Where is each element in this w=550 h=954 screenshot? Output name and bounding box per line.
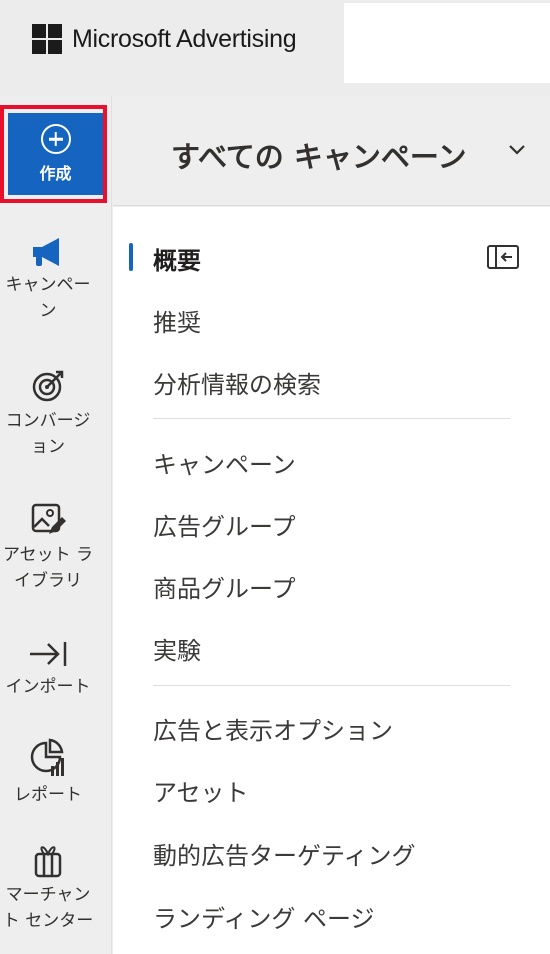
rail-label: イブラリ	[14, 571, 82, 591]
rail-item-conversions[interactable]: コンバージ ョン	[0, 368, 104, 460]
nav-item-assets[interactable]: アセット	[153, 773, 249, 808]
nav-item-ads-extensions[interactable]: 広告と表示オプション	[153, 711, 393, 746]
nav-item-product-groups[interactable]: 商品グループ	[153, 569, 296, 604]
nav-divider	[153, 418, 510, 419]
nav-item-dynamic-ad-targets[interactable]: 動的広告ターゲティング	[153, 836, 416, 871]
microsoft-logo-icon	[32, 24, 62, 54]
top-header: Microsoft Advertising	[0, 0, 550, 96]
target-icon	[32, 370, 64, 402]
report-chart-icon	[30, 738, 64, 776]
active-indicator	[129, 243, 133, 271]
rail-item-merchant-center[interactable]: マーチャン ト センター	[0, 844, 104, 934]
rail-label: アセット ラ	[2, 545, 94, 565]
nav-divider	[153, 685, 510, 686]
navigation-panel: 概要 推奨 分析情報の検索 キャンペーン 広告グループ 商品グループ 実験 広告…	[113, 207, 550, 954]
collapse-panel-icon[interactable]	[486, 244, 520, 270]
megaphone-icon	[33, 238, 59, 266]
rail-item-campaigns[interactable]: キャンペー ン	[0, 236, 104, 324]
nav-item-ad-groups[interactable]: 広告グループ	[153, 507, 296, 542]
rail-label: インポート	[5, 677, 91, 697]
nav-item-recommendations[interactable]: 推奨	[153, 303, 201, 338]
rail-label: ン	[39, 301, 57, 321]
create-button-highlight: 作成	[0, 105, 107, 203]
rail-label: コンバージ	[5, 411, 91, 431]
nav-item-landing-pages[interactable]: ランディング ページ	[153, 899, 374, 934]
brand-logo[interactable]: Microsoft Advertising	[32, 24, 297, 54]
rail-label: キャンペー	[5, 275, 91, 295]
rail-label: ト センター	[2, 911, 94, 931]
rail-item-asset-library[interactable]: アセット ラ イブラリ	[0, 502, 104, 594]
create-label: 作成	[39, 164, 72, 183]
create-button[interactable]: 作成	[8, 113, 103, 195]
nav-item-experiments[interactable]: 実験	[153, 631, 201, 666]
chevron-down-icon	[509, 145, 525, 155]
nav-item-campaigns[interactable]: キャンペーン	[153, 445, 296, 480]
gift-icon	[34, 846, 62, 878]
rail-item-import[interactable]: インポート	[0, 638, 104, 700]
rail-label: レポート	[14, 785, 82, 805]
image-edit-icon	[31, 503, 66, 534]
rail-item-reports[interactable]: レポート	[0, 738, 104, 808]
campaign-selector-title: すべての キャンペーン	[171, 140, 467, 174]
brand-name: Microsoft Advertising	[72, 24, 297, 53]
header-blank-area	[344, 3, 550, 83]
nav-item-insights-search[interactable]: 分析情報の検索	[153, 365, 321, 400]
plus-circle-icon	[40, 124, 71, 154]
import-arrow-icon	[30, 642, 67, 666]
rail-label: ョン	[31, 437, 65, 457]
rail-label: マーチャン	[5, 885, 91, 905]
nav-item-overview[interactable]: 概要	[153, 241, 201, 276]
campaign-selector[interactable]: すべての キャンペーン	[113, 96, 550, 206]
